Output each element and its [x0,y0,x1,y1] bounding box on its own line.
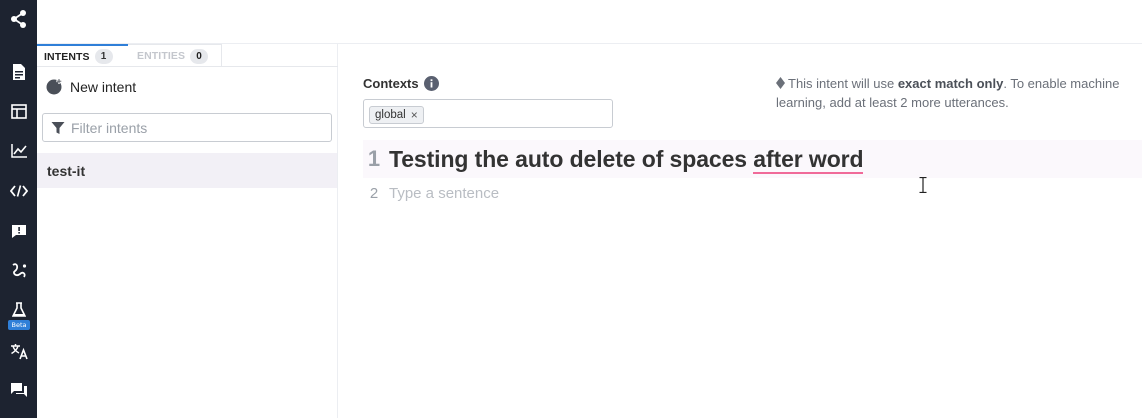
forum-icon[interactable] [0,380,37,400]
top-bar [37,0,1142,44]
intent-item-label: test-it [47,162,86,179]
code-icon[interactable] [0,181,37,201]
utterance-text-plain: Testing the auto delete of spaces [389,145,754,172]
utterance-row[interactable]: 1 Testing the auto delete of spaces afte… [363,140,1142,178]
new-utterance-row[interactable]: 2 Type a sentence [363,180,1142,206]
utterance-number: 2 [369,184,379,202]
flask-icon[interactable] [0,300,37,320]
intents-count-badge: 1 [94,49,113,64]
filter-icon [51,121,65,134]
context-chip-label: global [375,109,406,121]
text-cursor-icon [919,177,927,193]
entities-count-badge: 0 [190,48,209,64]
exact-match-notice: This intent will use exact match only. T… [776,74,1142,112]
contexts-label: Contexts [363,76,439,91]
panel-tabs: INTENTS 1 ENTITIES 0 [37,44,338,67]
new-intent-button[interactable]: New intent [46,78,136,95]
remove-context-icon[interactable]: × [411,108,418,122]
notice-bold: exact match only [897,76,1004,91]
translate-icon[interactable] [0,341,37,361]
intent-list-item[interactable]: test-it [37,153,337,188]
share-icon[interactable] [0,6,37,32]
layout-icon[interactable] [0,101,37,121]
tab-intents[interactable]: INTENTS 1 [37,44,128,67]
filter-intents-field[interactable] [42,113,332,142]
chart-line-icon[interactable] [0,141,37,161]
intent-editor: Contexts global × This intent will use e… [338,44,1142,418]
sentence-input-placeholder[interactable]: Type a sentence [389,185,499,202]
document-icon[interactable] [0,62,37,82]
route-icon[interactable] [0,260,37,280]
contexts-label-text: Contexts [363,76,419,91]
chat-alert-icon[interactable] [0,221,37,241]
utterance-number: 1 [367,146,381,171]
tab-intents-label: INTENTS [44,50,90,63]
add-circle-icon [46,78,62,95]
info-icon[interactable] [423,76,439,91]
context-chip: global × [369,106,424,124]
utterance-text-highlighted[interactable]: after word [753,145,864,174]
filter-intents-input[interactable] [71,119,311,136]
intents-panel: INTENTS 1 ENTITIES 0 New intent test-it [37,44,338,418]
app-sidebar: Beta [0,0,37,418]
contexts-input[interactable]: global × [363,99,613,128]
utterance-text[interactable]: Testing the auto delete of spaces after … [389,145,864,174]
tab-entities-label: ENTITIES [137,50,186,62]
notice-prefix: This intent will use [788,76,898,91]
tab-entities[interactable]: ENTITIES 0 [128,44,222,67]
diamond-icon [776,77,785,89]
beta-badge: Beta [8,320,30,330]
new-intent-label: New intent [70,78,137,95]
